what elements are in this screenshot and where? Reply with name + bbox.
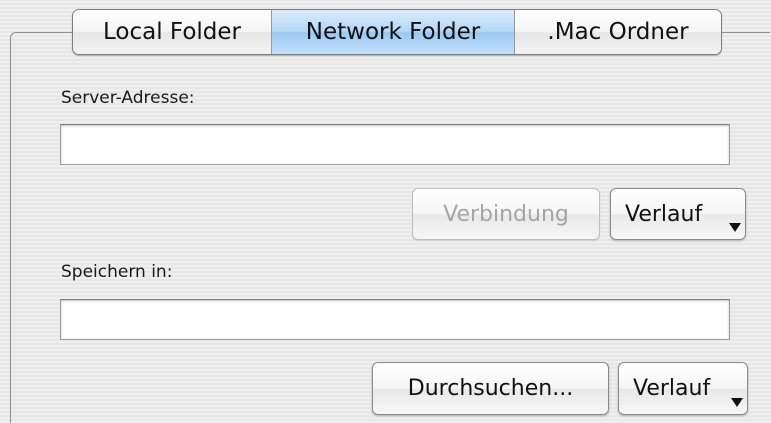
save-history-popup[interactable]: Verlauf: [618, 362, 748, 415]
server-history-label: Verlauf: [625, 201, 703, 227]
tab-network-folder[interactable]: Network Folder: [271, 10, 514, 54]
tab-bar: Local Folder Network Folder .Mac Ordner: [72, 9, 722, 55]
server-address-input[interactable]: [60, 124, 730, 165]
preferences-pane: { "tabs": [ {"label": "Local Folder", "a…: [0, 0, 771, 423]
tab-mac-ordner[interactable]: .Mac Ordner: [514, 10, 721, 54]
save-in-label: Speichern in:: [61, 262, 173, 282]
chevron-down-icon: [731, 398, 743, 407]
save-in-input[interactable]: [60, 299, 730, 340]
chevron-down-icon: [729, 223, 741, 232]
tab-local-folder[interactable]: Local Folder: [73, 10, 271, 54]
browse-button[interactable]: Durchsuchen...: [372, 362, 609, 415]
server-history-popup[interactable]: Verlauf: [610, 188, 746, 240]
connect-button[interactable]: Verbindung: [412, 188, 600, 240]
server-address-label: Server-Adresse:: [61, 88, 195, 108]
save-history-label: Verlauf: [633, 376, 711, 401]
